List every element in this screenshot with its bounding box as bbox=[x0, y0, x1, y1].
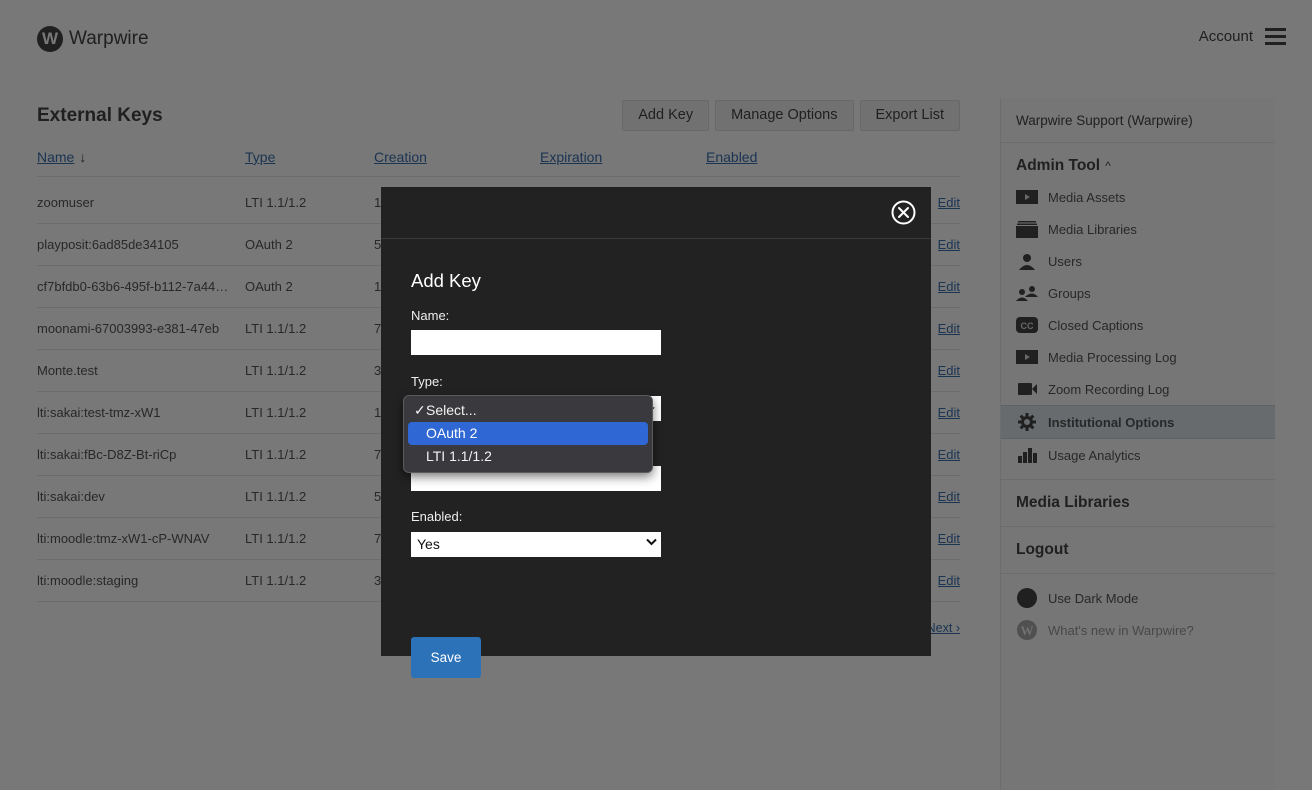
option-label: LTI 1.1/1.2 bbox=[426, 448, 492, 464]
checkmark-icon: ✓ bbox=[414, 402, 426, 418]
name-input[interactable] bbox=[411, 330, 661, 355]
close-icon[interactable] bbox=[891, 200, 916, 225]
option-label: Select... bbox=[426, 402, 477, 418]
name-label: Name: bbox=[411, 308, 450, 323]
chevron-down-icon bbox=[646, 535, 657, 549]
enabled-label: Enabled: bbox=[411, 509, 463, 524]
type-dropdown-menu: ✓ Select... OAuth 2 LTI 1.1/1.2 bbox=[403, 395, 653, 473]
modal-header bbox=[381, 187, 931, 239]
type-option-oauth-2[interactable]: OAuth 2 bbox=[408, 422, 648, 445]
save-button[interactable]: Save bbox=[411, 637, 481, 678]
type-label: Type: bbox=[411, 374, 443, 389]
option-label: OAuth 2 bbox=[426, 425, 478, 441]
type-option-select[interactable]: ✓ Select... bbox=[408, 399, 648, 422]
type-option-lti[interactable]: LTI 1.1/1.2 bbox=[408, 445, 648, 468]
enabled-select-value: Yes bbox=[417, 536, 440, 552]
modal-title: Add Key bbox=[411, 270, 481, 291]
enabled-select[interactable]: Yes bbox=[411, 532, 661, 557]
